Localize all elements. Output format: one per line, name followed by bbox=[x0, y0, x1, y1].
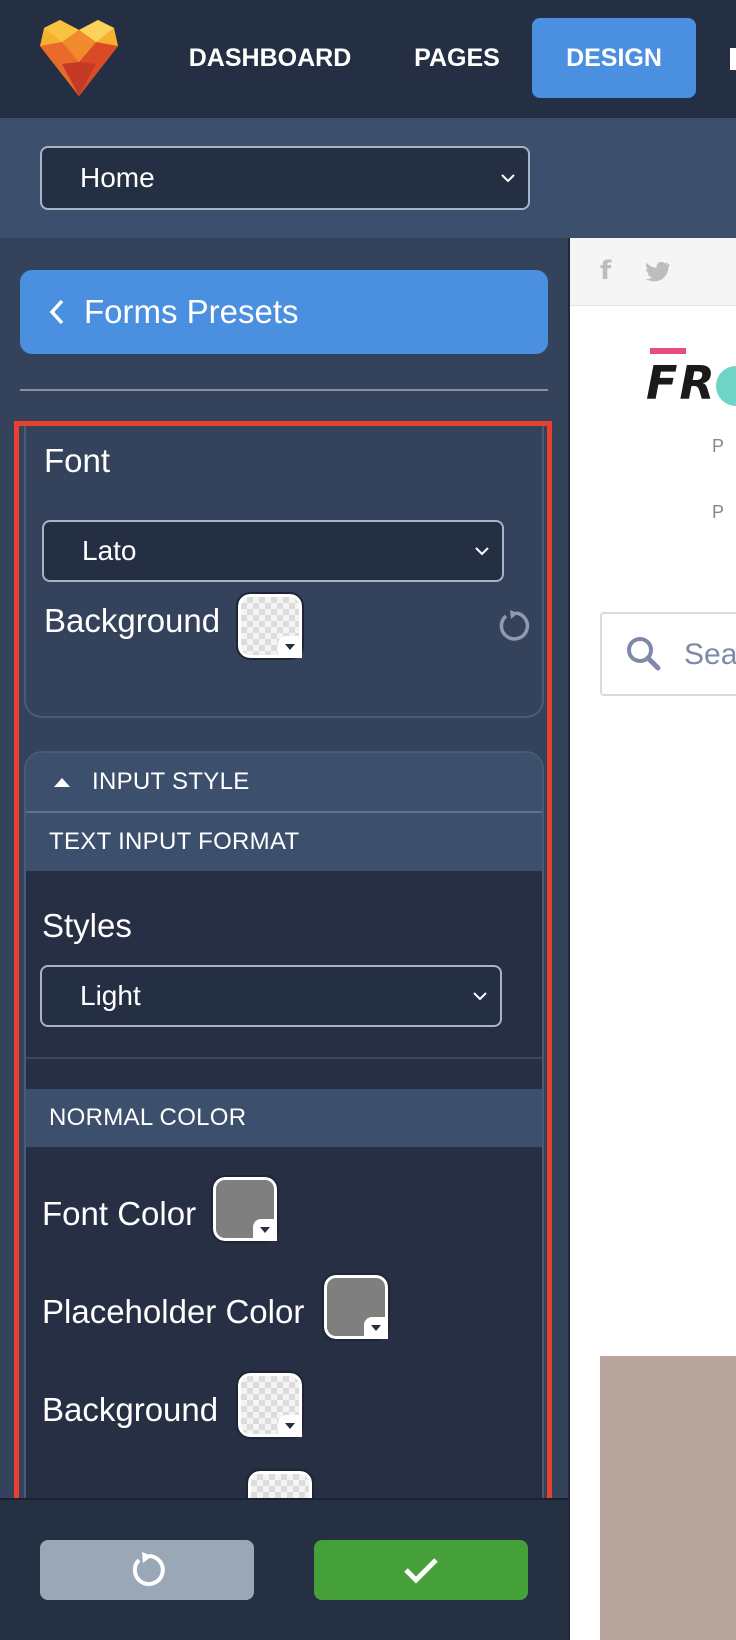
nav-dashboard[interactable]: DASHBOARD bbox=[178, 18, 362, 98]
back-button-label: Forms Presets bbox=[84, 293, 299, 330]
nav-pages[interactable]: PAGES bbox=[402, 18, 512, 98]
preview-logo-accent bbox=[650, 348, 686, 354]
preview-logo[interactable]: FR bbox=[646, 356, 717, 410]
back-forms-presets-button[interactable]: Forms Presets bbox=[20, 270, 548, 354]
preview-social-bar: f bbox=[570, 238, 736, 306]
nav-overflow-item[interactable] bbox=[730, 48, 736, 70]
nav-design[interactable]: DESIGN bbox=[532, 18, 696, 98]
reset-button[interactable] bbox=[40, 1540, 254, 1600]
chevron-left-icon bbox=[49, 299, 64, 325]
logo-icon[interactable] bbox=[38, 18, 120, 98]
twitter-icon[interactable] bbox=[646, 262, 670, 282]
reset-icon bbox=[132, 1552, 165, 1586]
preview-nav-item[interactable]: P bbox=[712, 502, 724, 523]
highlight-frame bbox=[14, 421, 552, 1507]
preview-image bbox=[600, 1356, 736, 1640]
search-icon bbox=[627, 637, 661, 671]
check-icon bbox=[404, 1558, 438, 1584]
preview-logo-mark bbox=[716, 366, 736, 406]
page-select-value: Home bbox=[80, 162, 155, 193]
preview-nav-item[interactable]: P bbox=[712, 436, 724, 457]
site-preview: f FR P P Sea bbox=[570, 238, 736, 1640]
chevron-down-icon bbox=[501, 174, 515, 183]
facebook-icon[interactable]: f bbox=[600, 256, 611, 286]
page-select[interactable]: Home bbox=[40, 146, 530, 210]
preview-search-input[interactable]: Sea bbox=[600, 612, 736, 696]
divider bbox=[20, 389, 548, 391]
top-nav: DASHBOARD PAGES DESIGN bbox=[0, 0, 736, 118]
apply-button[interactable] bbox=[314, 1540, 528, 1600]
preview-search-placeholder: Sea bbox=[684, 638, 736, 671]
